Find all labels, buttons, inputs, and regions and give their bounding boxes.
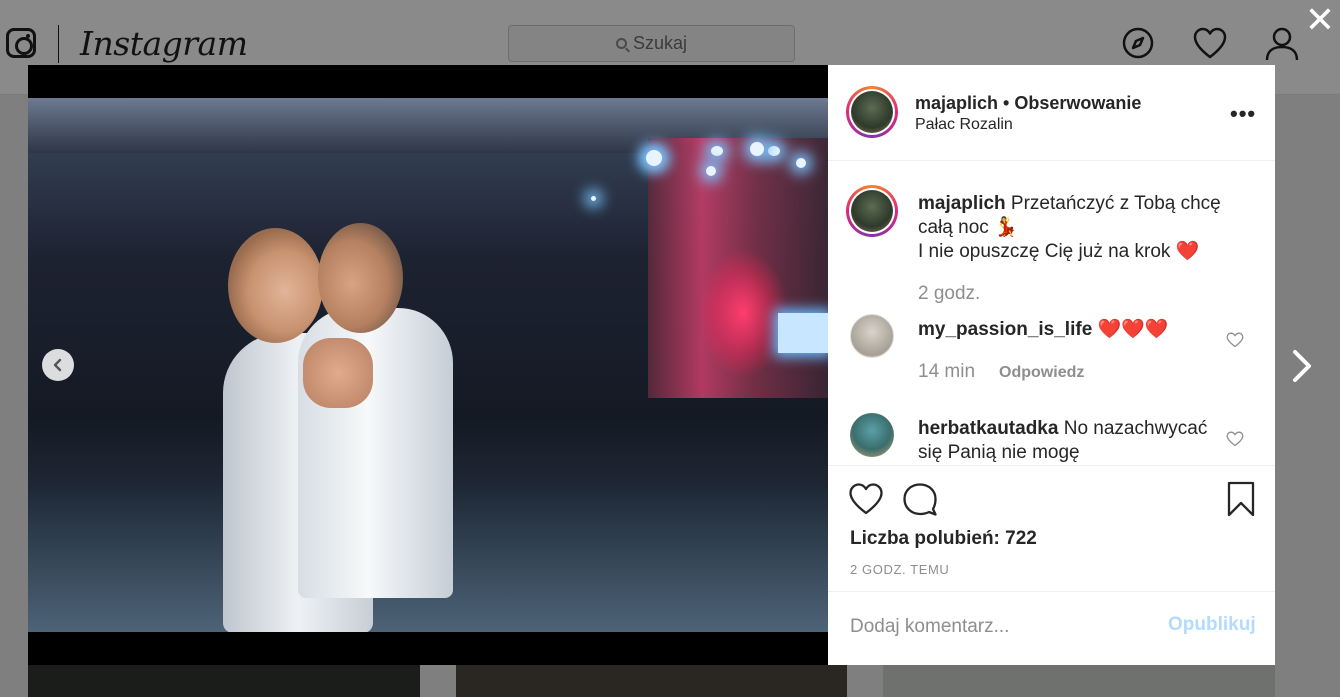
avatar[interactable] — [846, 86, 898, 138]
comment-like-heart-icon[interactable] — [1226, 332, 1244, 348]
grid-thumbnail[interactable] — [883, 665, 1275, 697]
nav-divider — [58, 25, 59, 63]
author-username[interactable]: majaplich — [915, 93, 998, 113]
grid-thumbnail[interactable] — [456, 665, 847, 697]
carousel-prev-button[interactable] — [42, 349, 74, 381]
comment-item: my_passion_is_life ❤️❤️❤️ — [918, 318, 1218, 342]
search-box[interactable]: Szukaj — [508, 25, 795, 62]
likes-count[interactable]: Liczba polubień: 722 — [850, 528, 1037, 550]
post-modal: majaplich • Obserwowanie Pałac Rozalin •… — [28, 65, 1275, 665]
compass-icon[interactable] — [1121, 26, 1155, 60]
bullet-separator: • — [1003, 93, 1015, 113]
more-options-icon[interactable]: ••• — [1230, 101, 1256, 127]
avatar[interactable] — [850, 314, 894, 358]
post-timestamp: 2 GODZ. TEMU — [850, 562, 950, 577]
caption-time: 2 godz. — [918, 283, 981, 304]
comment-item: herbatkautadka No nazachwycać się Panią … — [918, 417, 1218, 465]
add-comment-input[interactable] — [850, 612, 1150, 642]
location-link[interactable]: Pałac Rozalin — [915, 116, 1013, 134]
search-placeholder: Szukaj — [632, 33, 688, 53]
avatar[interactable] — [850, 413, 894, 457]
avatar[interactable] — [846, 185, 898, 237]
instagram-wordmark-logo[interactable]: Instagram — [80, 24, 248, 63]
user-icon[interactable] — [1264, 26, 1300, 62]
post-header: majaplich • Obserwowanie Pałac Rozalin •… — [828, 65, 1275, 161]
post-side-panel: majaplich • Obserwowanie Pałac Rozalin •… — [828, 65, 1275, 665]
comment-like-heart-icon[interactable] — [1226, 431, 1244, 447]
follow-status-button[interactable]: Obserwowanie — [1014, 93, 1141, 113]
post-actions: Liczba polubień: 722 2 GODZ. TEMU — [828, 465, 1275, 591]
comment-text: ❤️❤️❤️ — [1092, 319, 1169, 340]
publish-button[interactable]: Opublikuj — [1168, 614, 1256, 636]
comment-time: 14 min — [918, 361, 976, 382]
grid-thumbnail[interactable] — [28, 665, 420, 697]
like-heart-icon[interactable] — [848, 482, 884, 516]
wedding-dance-photo — [28, 98, 828, 632]
comment-username[interactable]: herbatkautadka — [918, 418, 1058, 439]
post-photo[interactable] — [28, 65, 828, 665]
post-caption: majaplich Przetańczyć z Tobą chcę całą n… — [918, 192, 1248, 264]
heart-icon[interactable] — [1192, 26, 1228, 60]
post-author[interactable]: majaplich • Obserwowanie — [915, 93, 1141, 114]
reply-button[interactable]: Odpowiedz — [999, 364, 1084, 382]
caption-line-2: I nie opuszczę Cię już na krok ❤️ — [918, 241, 1200, 262]
comments-list[interactable]: majaplich Przetańczyć z Tobą chcę całą n… — [828, 162, 1275, 465]
bookmark-save-icon[interactable] — [1226, 481, 1256, 517]
close-icon[interactable]: ✕ — [1302, 2, 1338, 38]
add-comment-bar: Opublikuj — [828, 591, 1275, 665]
comment-username[interactable]: my_passion_is_life — [918, 319, 1092, 340]
chevron-left-icon — [53, 358, 62, 372]
caption-username[interactable]: majaplich — [918, 193, 1006, 214]
comment-meta: 14 min Odpowiedz — [918, 361, 1084, 383]
chevron-right-icon[interactable] — [1288, 346, 1316, 386]
comment-bubble-icon[interactable] — [902, 482, 938, 516]
instagram-glyph-icon[interactable] — [6, 28, 36, 58]
search-icon — [615, 38, 627, 49]
